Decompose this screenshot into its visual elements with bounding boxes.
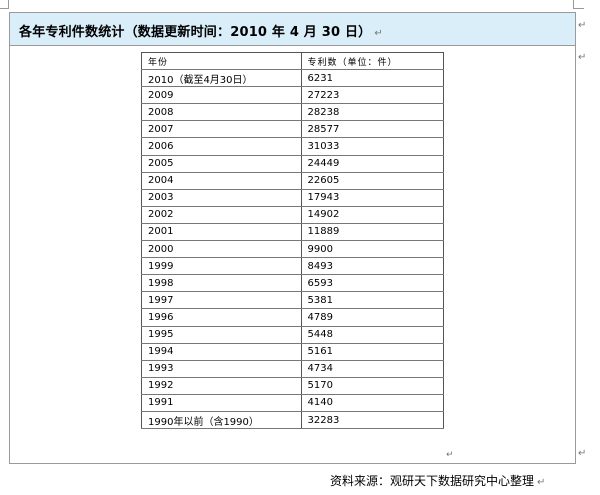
year-cell: 2007 — [141, 120, 302, 139]
row-end-mark-icon: ↵ — [578, 52, 587, 63]
row-end-mark-icon: ↵ — [578, 448, 587, 459]
year-cell: 2002 — [141, 206, 302, 224]
title-cell: 各年专利件数统计（数据更新时间：2010 年 4 月 30 日） ↵ — [9, 12, 576, 46]
table-row: 1992 5170 — [141, 377, 445, 395]
patent-count-cell: 27223 — [300, 86, 445, 105]
patent-count-cell: 4789 — [300, 308, 445, 327]
table-row: 2007 28577 — [141, 120, 445, 139]
table-row: 2002 14902 — [141, 206, 445, 224]
table-row: 2001 11889 — [141, 223, 445, 242]
year-cell: 2006 — [141, 137, 302, 156]
patent-count-cell: 5161 — [300, 343, 445, 361]
patent-count-cell: 5170 — [300, 377, 445, 395]
year-cell: 1992 — [141, 377, 302, 395]
column-header-count: 专利数（单位：件） — [300, 51, 445, 71]
document-page: 各年专利件数统计（数据更新时间：2010 年 4 月 30 日） ↵ ↵ ↵ ↵ … — [0, 0, 600, 495]
patent-count-cell: 6231 — [300, 69, 445, 88]
patent-count-cell: 28577 — [300, 120, 445, 139]
paragraph-mark-icon: ↵ — [537, 477, 546, 488]
patent-count-cell: 5381 — [300, 291, 445, 310]
table-row: 1990年以前（含1990） 32283 — [141, 411, 445, 430]
year-cell: 1998 — [141, 274, 302, 293]
table-row: 2010（截至4月30日） 6231 — [141, 69, 445, 88]
row-end-mark-icon: ↵ — [578, 20, 587, 31]
year-cell: 2004 — [141, 172, 302, 190]
paragraph-mark-icon: ↵ — [374, 28, 383, 39]
year-cell: 2001 — [141, 223, 302, 242]
year-cell: 1993 — [141, 360, 302, 378]
patent-count-table: 年份 专利数（单位：件） 2010（截至4月30日） 6231 2009 27223 2… — [141, 51, 445, 430]
patent-count-cell: 28238 — [300, 103, 445, 122]
page-corner-mark-left — [0, 0, 9, 9]
patent-count-cell: 6593 — [300, 274, 445, 293]
year-cell: 2008 — [141, 103, 302, 122]
table-row: 1999 8493 — [141, 257, 445, 276]
table-header-row: 年份 专利数（单位：件） — [141, 51, 445, 71]
source-note: 资料来源：观研天下数据研究中心整理 ↵ — [330, 472, 545, 489]
table-row: 2003 17943 — [141, 189, 445, 207]
table-body: 年份 专利数（单位：件） 2010（截至4月30日） 6231 2009 27223 2… — [141, 51, 445, 430]
patent-count-cell: 11889 — [300, 223, 445, 242]
table-row: 1994 5161 — [141, 343, 445, 361]
table-row: 1993 4734 — [141, 360, 445, 378]
table-row: 2008 28238 — [141, 103, 445, 122]
table-row: 2006 31033 — [141, 137, 445, 156]
patent-count-cell: 24449 — [300, 155, 445, 173]
table-end-mark-icon: ↵ — [446, 450, 454, 460]
table-row: 2004 22605 — [141, 172, 445, 190]
patent-count-cell: 4140 — [300, 394, 445, 412]
patent-count-cell: 14902 — [300, 206, 445, 224]
patent-count-cell: 22605 — [300, 172, 445, 190]
year-cell: 1997 — [141, 291, 302, 310]
year-cell: 1994 — [141, 343, 302, 361]
column-header-year: 年份 — [141, 51, 302, 71]
patent-count-cell: 31033 — [300, 137, 445, 156]
table-row: 2009 27223 — [141, 86, 445, 105]
year-cell: 1996 — [141, 308, 302, 327]
year-cell: 1999 — [141, 257, 302, 276]
table-row: 2000 9900 — [141, 240, 445, 259]
table-row: 1998 6593 — [141, 274, 445, 293]
year-cell: 1990年以前（含1990） — [141, 411, 302, 430]
year-cell: 2010（截至4月30日） — [141, 69, 302, 88]
table-row: 1996 4789 — [141, 308, 445, 327]
source-text: 资料来源：观研天下数据研究中心整理 — [330, 474, 535, 488]
table-row: 1995 5448 — [141, 326, 445, 344]
year-cell: 1995 — [141, 326, 302, 344]
patent-count-cell: 4734 — [300, 360, 445, 378]
patent-count-cell: 8493 — [300, 257, 445, 276]
table-row: 1997 5381 — [141, 291, 445, 310]
year-cell: 2000 — [141, 240, 302, 259]
table-row: 1991 4140 — [141, 394, 445, 412]
patent-count-cell: 5448 — [300, 326, 445, 344]
year-cell: 1991 — [141, 394, 302, 412]
year-cell: 2009 — [141, 86, 302, 105]
year-cell: 2005 — [141, 155, 302, 173]
patent-count-cell: 32283 — [300, 411, 445, 430]
table-row: 2005 24449 — [141, 155, 445, 173]
patent-count-cell: 9900 — [300, 240, 445, 259]
page-corner-mark-right — [573, 0, 584, 9]
patent-count-cell: 17943 — [300, 189, 445, 207]
year-cell: 2003 — [141, 189, 302, 207]
page-title: 各年专利件数统计（数据更新时间：2010 年 4 月 30 日） — [19, 25, 372, 40]
